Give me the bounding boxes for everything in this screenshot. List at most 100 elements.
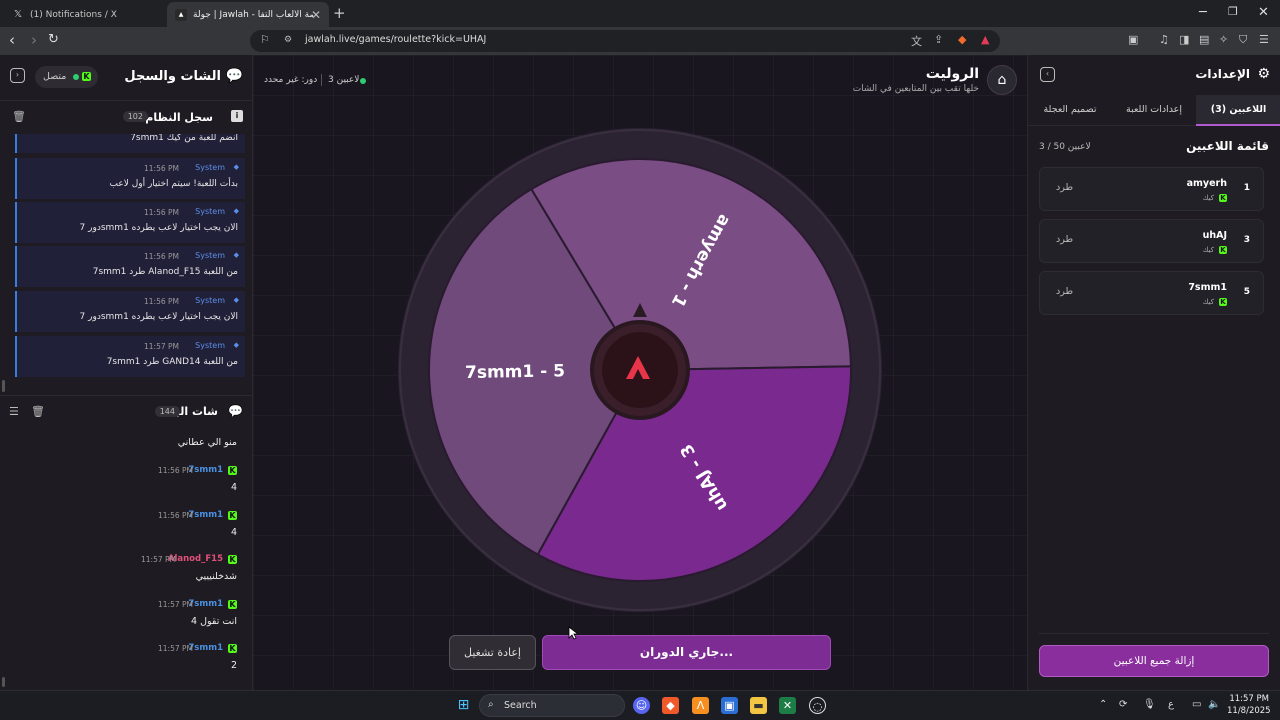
clock-time[interactable]: 11:57 PM (1227, 694, 1269, 704)
chat-scrollbar[interactable] (2, 677, 5, 687)
chat-message: منو الي عطاني (0, 427, 253, 459)
language-indicator[interactable]: ع (1168, 699, 1174, 710)
system-log-header: i سجل النظام 102 🗑 (0, 102, 253, 134)
settings-title: الإعدادات (1195, 67, 1250, 81)
search-label: Search (504, 700, 537, 711)
forward-icon[interactable]: › (31, 31, 37, 49)
log-text: 7smm1 انضم للعبة من كيك (130, 134, 238, 143)
message-time: 11:56 PM (158, 466, 193, 475)
log-text: 7smm1 طرد GAND14 من اللعبة (106, 357, 238, 367)
log-time: 11:56 PM (144, 164, 179, 173)
site-info-icon[interactable]: ⚙ (284, 35, 292, 45)
message-user: 7smm1 (188, 510, 223, 520)
share-icon[interactable]: ⇪ (934, 33, 943, 46)
translate-icon[interactable]: 文 (911, 33, 922, 49)
chat-message: K 7smm1 11:56 PM 4 (0, 460, 253, 504)
restore-icon[interactable]: ❐ (1228, 5, 1238, 18)
taskbar: ⊞ ⌕ Search ☺ ◆ Λ ▣ ▬ ✕ ◌ ⌃ ⟳ 🎙 ع ▭ 🔈 11:… (0, 690, 1280, 720)
brave-icon[interactable]: ◆ (662, 697, 679, 714)
discord-icon[interactable]: ☺ (633, 697, 650, 714)
log-time: 11:56 PM (144, 208, 179, 217)
display-icon[interactable]: ▭ (1192, 699, 1201, 710)
message-text: 2 (230, 660, 237, 671)
log-sender: System (195, 207, 225, 216)
close-window-icon[interactable]: ✕ (1258, 5, 1269, 20)
roulette-wheel[interactable]: amyerh - 1uhAJ - 37smm1 - 5 (253, 55, 1027, 690)
log-text: دور 7smm1 الان يجب اختيار لاعب يطرده (79, 312, 238, 322)
trash-icon[interactable]: 🗑 (31, 405, 45, 418)
replay-button[interactable]: إعادة تشغيل (449, 635, 536, 670)
stream-chat-list: منو الي عطاني K 7smm1 11:56 PM 4 K 7smm1… (0, 427, 253, 690)
spin-button[interactable]: جاري الدوران... (542, 635, 831, 670)
new-tab-button[interactable]: + (333, 4, 346, 22)
app-circle-icon[interactable]: ◌ (809, 697, 826, 714)
media-icon[interactable]: ♫ (1159, 33, 1169, 46)
file-explorer-icon[interactable]: ▬ (750, 697, 767, 714)
online-dot-icon (73, 74, 79, 80)
connection-status: متصل (43, 71, 67, 82)
system-log-list: 7smm1 انضم للعبة من كيك ◆ System 11:56 P… (15, 134, 245, 381)
collapse-panel-icon[interactable]: › (10, 68, 25, 83)
brave-shield-icon[interactable]: ◆ (958, 33, 966, 46)
minimize-icon[interactable]: ─ (1199, 5, 1207, 20)
vpn-icon[interactable]: ⛉ (1239, 33, 1247, 47)
kick-player-button[interactable]: طرد (1056, 182, 1073, 193)
close-tab-icon[interactable]: ✕ (311, 8, 321, 22)
speaker-icon[interactable]: 🔈 (1208, 699, 1220, 710)
message-time: 11:57 PM (158, 600, 193, 609)
menu-icon[interactable]: ☰ (1259, 33, 1269, 46)
windows-start-icon[interactable]: ⊞ (455, 697, 472, 714)
tab-players[interactable]: اللاعبين (3) (1196, 95, 1280, 126)
tab-jawlah[interactable]: ▲ جولة | Jawlah - منصة الألعاب التفا ✕ (167, 2, 329, 27)
kick-logo-icon: K (228, 466, 237, 475)
kick-logo-icon: K (228, 511, 237, 520)
wallet-icon[interactable]: ▤ (1199, 33, 1209, 46)
back-icon[interactable]: ‹ (9, 31, 15, 49)
tab-title: (1) Notifications / X (30, 9, 117, 20)
collapse-panel-icon[interactable]: ‹ (1040, 67, 1055, 82)
align-icon[interactable]: ☰ (9, 405, 19, 418)
rewards-icon[interactable]: ▲ (981, 33, 989, 46)
message-time: 11:57 PM (158, 644, 193, 653)
system-log-scrollbar[interactable] (2, 380, 5, 392)
game-area: ⌂ الروليت خلها تقب بين المتابعين في الشا… (253, 55, 1027, 690)
kick-logo-icon: K (1219, 194, 1227, 202)
reload-icon[interactable]: ↻ (48, 32, 59, 47)
trash-icon[interactable]: 🗑 (12, 110, 26, 123)
microphone-icon[interactable]: 🎙 (1143, 699, 1156, 710)
leo-ai-icon[interactable]: ✧ (1219, 33, 1228, 46)
system-icon: ◆ (233, 163, 239, 171)
tray-sync-icon[interactable]: ⟳ (1119, 699, 1127, 710)
app-x-icon[interactable]: ✕ (779, 697, 796, 714)
tab-notifications[interactable]: 𝕏 (1) Notifications / X (4, 2, 166, 27)
message-text: انت تقول 4 (191, 616, 237, 627)
log-time: 11:56 PM (144, 297, 179, 306)
clock-date[interactable]: 11/8/2025 (1227, 706, 1271, 716)
tab-wheel-design[interactable]: تصميم العجلة (1028, 95, 1112, 126)
player-name: amyerh (1186, 178, 1227, 189)
chat-panel-title: الشات والسجل (124, 69, 221, 84)
log-sender: System (195, 251, 225, 260)
sidebar-icon[interactable]: ◨ (1179, 33, 1189, 46)
player-row: 3 uhAJ K كيك طرد (1039, 219, 1264, 263)
system-icon: ◆ (233, 251, 239, 259)
app-blue-icon[interactable]: ▣ (721, 697, 738, 714)
kick-logo-icon: K (228, 644, 237, 653)
bookmark-icon[interactable]: ⚐ (260, 33, 270, 46)
address-bar[interactable]: ⚐ ⚙ jawlah.live/games/roulette?kick=UHAJ… (250, 30, 1000, 52)
reader-mode-icon[interactable]: ▣ (1128, 33, 1138, 46)
tray-chevron-icon[interactable]: ⌃ (1099, 699, 1107, 710)
remove-all-players-button[interactable]: إزالة جميع اللاعبين (1039, 645, 1269, 677)
kick-logo-icon: K (228, 600, 237, 609)
system-icon: ◆ (233, 296, 239, 304)
connection-badge: K متصل (35, 66, 98, 88)
log-text: بدأت اللعبة! سيتم اختيار أول لاعب (109, 179, 239, 189)
kick-player-button[interactable]: طرد (1056, 234, 1073, 245)
taskbar-search[interactable]: ⌕ Search (479, 694, 625, 717)
url-text[interactable]: jawlah.live/games/roulette?kick=UHAJ (305, 34, 486, 45)
tab-game-settings[interactable]: إعدادات اللعبة (1112, 95, 1196, 126)
player-name: uhAJ (1202, 230, 1227, 241)
app-a-icon[interactable]: Λ (692, 697, 709, 714)
kick-player-button[interactable]: طرد (1056, 286, 1073, 297)
message-user: 7smm1 (188, 599, 223, 609)
